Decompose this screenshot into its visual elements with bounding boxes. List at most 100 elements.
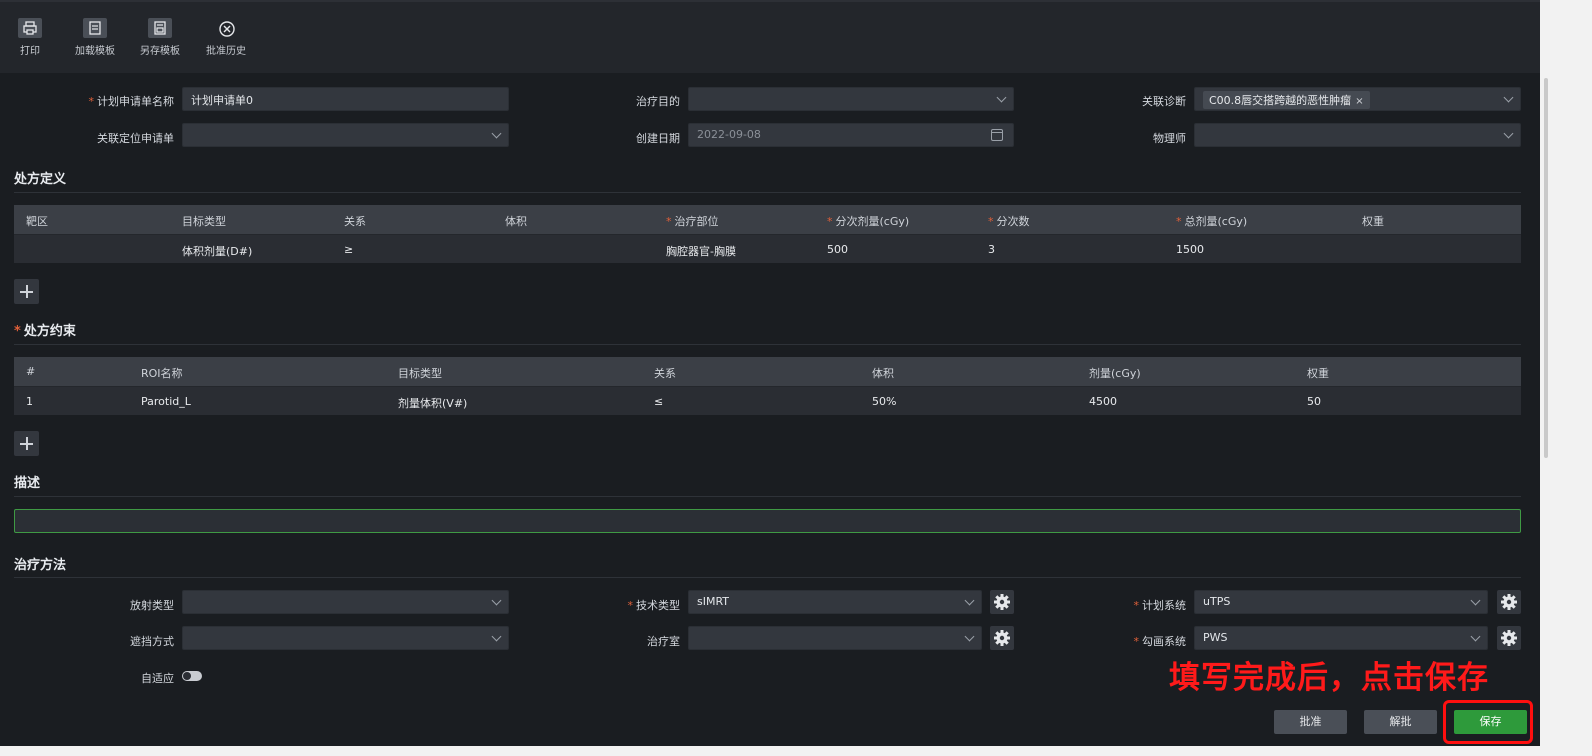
table-cell: 体积剂量(D#) bbox=[182, 245, 253, 258]
diagnosis-tag: C00.8唇交搭跨越的恶性肿瘤 × bbox=[1203, 91, 1370, 109]
plan-name-input[interactable]: 计划申请单0 bbox=[182, 87, 509, 111]
column-header: 目标类型 bbox=[182, 215, 226, 228]
prescription-title: 处方定义 bbox=[14, 172, 67, 187]
table-header: 靶区 目标类型 关系 体积 * 治疗部位 * 分次剂量(cGy) * 分次数 * 总剂量… bbox=[14, 205, 1521, 234]
gear-icon bbox=[994, 594, 1010, 610]
radiation-type-select[interactable] bbox=[182, 590, 509, 614]
physicist-label: 物理师 bbox=[1153, 132, 1186, 145]
chevron-down-icon bbox=[1470, 595, 1481, 606]
shielding-label: 遮挡方式 bbox=[130, 635, 174, 648]
contour-system-label: * 勾画系统 bbox=[1133, 635, 1187, 648]
physicist-select[interactable] bbox=[1194, 123, 1521, 147]
room-label: 治疗室 bbox=[647, 635, 680, 648]
print-button[interactable]: 打印 bbox=[0, 18, 60, 57]
treatment-goal-label: 治疗目的 bbox=[636, 95, 680, 108]
column-header: 权重 bbox=[1362, 215, 1384, 228]
description-input[interactable] bbox=[14, 509, 1521, 533]
table-cell: 500 bbox=[827, 243, 848, 256]
approval-history-button[interactable]: 批准历史 bbox=[196, 18, 256, 57]
table-cell: ≥ bbox=[344, 243, 354, 256]
prescription-table: 靶区 目标类型 关系 体积 * 治疗部位 * 分次剂量(cGy) * 分次数 * 总剂量… bbox=[14, 205, 1521, 263]
toolbar: 打印 加载模板 另存模板 批准历史 bbox=[0, 0, 1540, 73]
gear-icon bbox=[994, 630, 1010, 646]
load-template-button[interactable]: 加载模板 bbox=[65, 18, 125, 57]
treatment-goal-select[interactable] bbox=[688, 87, 1014, 111]
app-window: 打印 加载模板 另存模板 批准历史 * 计划申请单名称 计划申请单0 治疗目的 关… bbox=[0, 0, 1540, 746]
technique-label: * 技术类型 bbox=[627, 599, 681, 612]
radiation-type-label: 放射类型 bbox=[130, 599, 174, 612]
diagnosis-label: 关联诊断 bbox=[1142, 95, 1186, 108]
table-cell: ≤ bbox=[654, 395, 664, 408]
load-template-icon bbox=[83, 18, 107, 38]
save-highlight-box bbox=[1443, 700, 1533, 744]
table-cell: 50 bbox=[1307, 395, 1321, 408]
table-row[interactable]: 1 Parotid_L 剂量体积(V#) ≤ 50% 4500 50 bbox=[14, 386, 1521, 415]
description-title: 描述 bbox=[14, 476, 41, 491]
close-circle-icon bbox=[214, 18, 238, 38]
column-header: * 治疗部位 bbox=[666, 215, 719, 228]
gear-icon bbox=[1501, 594, 1517, 610]
gear-icon bbox=[1501, 630, 1517, 646]
chevron-down-icon bbox=[996, 92, 1007, 103]
contour-system-gear-button[interactable] bbox=[1497, 626, 1521, 650]
calendar-icon bbox=[991, 129, 1003, 141]
chevron-down-icon bbox=[491, 631, 502, 642]
chevron-down-icon bbox=[964, 631, 975, 642]
room-select[interactable] bbox=[688, 626, 982, 650]
save-template-button[interactable]: 另存模板 bbox=[130, 18, 190, 57]
table-cell: 50% bbox=[872, 395, 897, 408]
column-header: 关系 bbox=[654, 367, 676, 380]
add-prescription-button[interactable] bbox=[14, 279, 39, 304]
scrollbar-thumb[interactable] bbox=[1544, 78, 1548, 458]
table-cell: Parotid_L bbox=[141, 395, 191, 408]
table-cell: 1500 bbox=[1176, 243, 1204, 256]
column-header: * 分次剂量(cGy) bbox=[827, 215, 910, 228]
column-header: 关系 bbox=[344, 215, 366, 228]
column-header: 剂量(cGy) bbox=[1089, 367, 1141, 380]
approval-history-label: 批准历史 bbox=[206, 46, 246, 57]
planning-system-select[interactable]: uTPS bbox=[1194, 590, 1488, 614]
table-cell: 3 bbox=[988, 243, 995, 256]
table-cell: 剂量体积(V#) bbox=[398, 397, 468, 410]
positioning-label: 关联定位申请单 bbox=[97, 132, 174, 145]
section-divider bbox=[14, 496, 1521, 497]
table-cell: 1 bbox=[26, 395, 33, 408]
diagnosis-select[interactable]: C00.8唇交搭跨越的恶性肿瘤 × bbox=[1194, 87, 1521, 111]
column-header: # bbox=[26, 365, 36, 378]
created-date-input[interactable]: 2022-09-08 bbox=[688, 123, 1014, 147]
created-date-label: 创建日期 bbox=[636, 132, 680, 145]
technique-select[interactable]: sIMRT bbox=[688, 590, 982, 614]
room-gear-button[interactable] bbox=[990, 626, 1014, 650]
unapprove-button[interactable]: 解批 bbox=[1364, 710, 1437, 734]
table-cell: 4500 bbox=[1089, 395, 1117, 408]
vertical-scrollbar[interactable] bbox=[1540, 0, 1552, 746]
adaptive-toggle[interactable] bbox=[182, 671, 202, 681]
table-row[interactable]: 体积剂量(D#) ≥ 胸腔器官-胸膜 500 3 1500 bbox=[14, 234, 1521, 263]
column-header: 体积 bbox=[505, 215, 527, 228]
save-template-icon bbox=[148, 18, 172, 38]
approve-button[interactable]: 批准 bbox=[1274, 710, 1347, 734]
contour-system-select[interactable]: PWS bbox=[1194, 626, 1488, 650]
printer-icon bbox=[18, 18, 42, 38]
planning-system-gear-button[interactable] bbox=[1497, 590, 1521, 614]
constraints-title: * 处方约束 bbox=[14, 324, 76, 339]
tag-close-icon[interactable]: × bbox=[1355, 96, 1363, 107]
column-header: 体积 bbox=[872, 367, 894, 380]
column-header: 靶区 bbox=[26, 215, 48, 228]
instruction-annotation: 填写完成后，点击保存 bbox=[1169, 660, 1489, 696]
planning-system-label: * 计划系统 bbox=[1133, 599, 1187, 612]
method-title: 治疗方法 bbox=[14, 558, 67, 573]
column-header: 权重 bbox=[1307, 367, 1329, 380]
load-template-label: 加载模板 bbox=[75, 46, 115, 57]
technique-gear-button[interactable] bbox=[990, 590, 1014, 614]
section-divider bbox=[14, 344, 1521, 345]
column-header: * 总剂量(cGy) bbox=[1176, 215, 1248, 228]
constraints-table: # ROI名称 目标类型 关系 体积 剂量(cGy) 权重 1 Parotid_… bbox=[14, 357, 1521, 415]
positioning-select[interactable] bbox=[182, 123, 509, 147]
shielding-select[interactable] bbox=[182, 626, 509, 650]
chevron-down-icon bbox=[964, 595, 975, 606]
add-constraint-button[interactable] bbox=[14, 431, 39, 456]
chevron-down-icon bbox=[491, 128, 502, 139]
column-header: 目标类型 bbox=[398, 367, 442, 380]
table-cell: 胸腔器官-胸膜 bbox=[666, 245, 736, 258]
